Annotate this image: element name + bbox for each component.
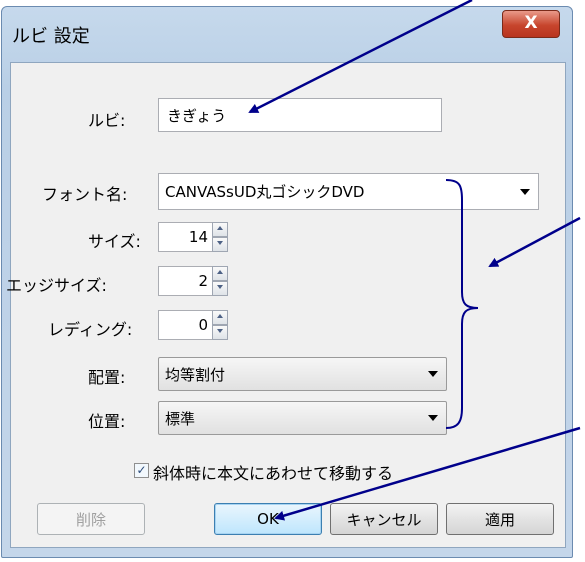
arrow-annotation xyxy=(488,216,581,268)
brace-annotation xyxy=(445,179,479,429)
annotation-overlay xyxy=(248,0,581,521)
arrow-annotation xyxy=(248,0,473,114)
arrow-annotation xyxy=(274,426,581,521)
